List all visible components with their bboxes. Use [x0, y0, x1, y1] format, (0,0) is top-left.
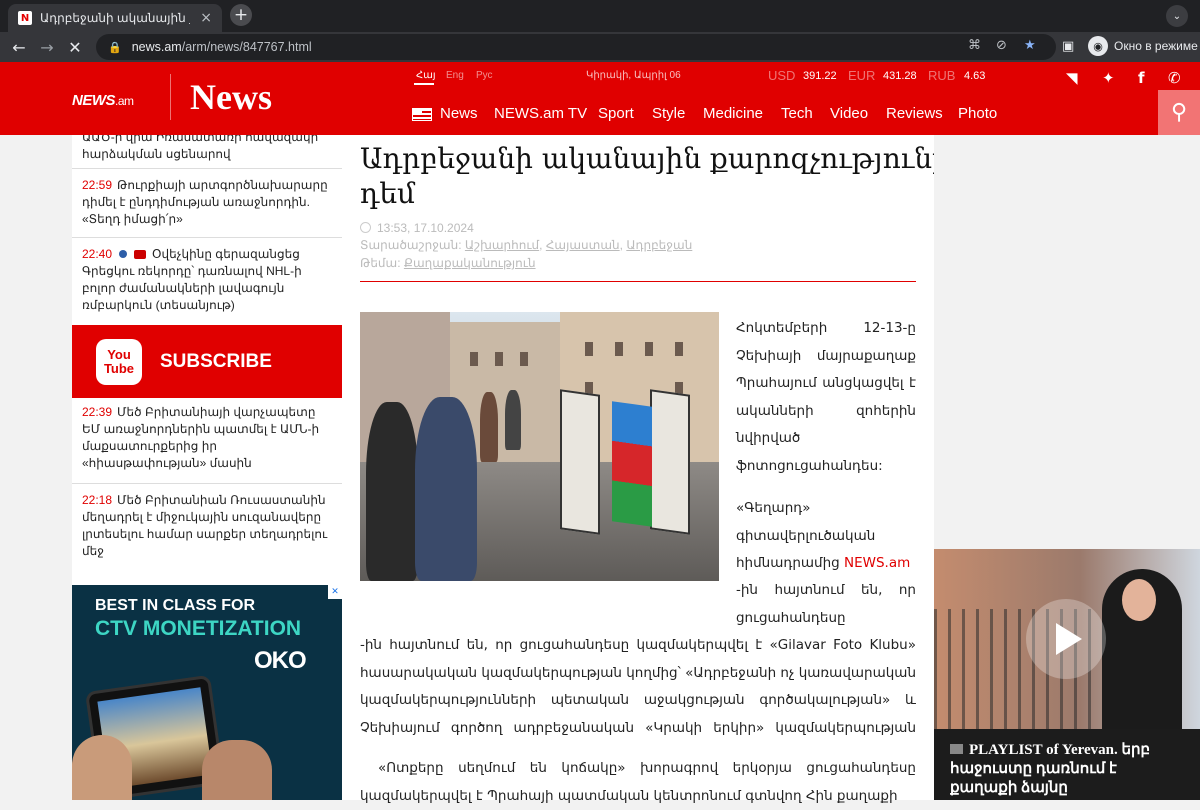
video-caption[interactable]: PLAYLIST of Yerevan. երբ հաջուստը դառնու…	[934, 729, 1200, 800]
article-photo[interactable]	[360, 312, 719, 581]
news-item[interactable]: 22:39 Մեծ Բրիտանիայի վարչապետը ԵՄ առաջնոր…	[82, 404, 336, 472]
tab-close-icon[interactable]: ×	[200, 10, 212, 26]
news-am-link[interactable]: NEWS.am	[844, 555, 910, 571]
stop-icon[interactable]: ✕	[64, 36, 86, 58]
news-am-favicon-icon: N	[18, 11, 32, 25]
menu-reviews[interactable]: Reviews	[886, 105, 943, 122]
tab-title: Ադրբեջանի ականային քարոզչ...	[40, 11, 190, 25]
article-paragraph: «Ոտքերը սեղմում են կոճակը» խորագրով երկօ…	[360, 760, 916, 804]
currency-eur-value: 431.28	[883, 70, 917, 82]
forward-icon[interactable]: →	[36, 36, 58, 58]
us-flag-icon	[412, 108, 432, 121]
category-dot-icon	[119, 250, 128, 258]
article-paragraph: Հոկտեմբերի 12-13-ը Չեխիայի մայրաքաղաք Պր…	[736, 320, 916, 474]
logo-divider	[170, 74, 171, 120]
article-paragraph: «Գեղարդ» գիտավերլուծական հիմնադրամից NEW…	[736, 500, 911, 571]
currency-usd-label: USD	[768, 68, 796, 83]
menu-news[interactable]: News	[440, 105, 478, 122]
article-divider	[360, 281, 916, 282]
url-text: news.am/arm/news/847767.html	[131, 40, 312, 54]
side-panel-icon[interactable]: ▣	[1062, 39, 1074, 54]
subscribe-label: SUBSCRIBE	[160, 351, 272, 372]
news-item[interactable]: ԱԱԾ-ի վրա Իռանատառի հավազակի հարձակման ս…	[82, 135, 336, 163]
date-label: Կիրակի, Ապրիլ 06	[586, 70, 681, 81]
back-icon[interactable]: ←	[8, 36, 30, 58]
address-bar[interactable]: 🔒 news.am/arm/news/847767.html	[96, 34, 1056, 60]
news-logo-big[interactable]: News	[190, 76, 272, 118]
news-item[interactable]: 22:59 Թուրքիայի արտգործնախարարը դիմել է ը…	[82, 177, 336, 228]
search-icon[interactable]: ⚲	[1158, 90, 1200, 135]
menu-photo[interactable]: Photo	[958, 105, 997, 122]
article-topic: Թեմա: Քաղաքականություն	[360, 256, 536, 270]
incognito-label: Окно в режиме и	[1114, 39, 1200, 53]
tab-search-icon[interactable]: ⌄	[1166, 5, 1188, 27]
region-link[interactable]: Ադրբեջան	[626, 238, 692, 252]
currency-rub-value: 4.63	[964, 70, 986, 82]
youtube-logo-icon: You Tube	[96, 339, 142, 385]
menu-news-am-tv[interactable]: NEWS.am TV	[494, 105, 587, 122]
viber-icon[interactable]: ✆	[1168, 69, 1181, 87]
news-item[interactable]: 22:18 Մեծ Բրիտանիան Ռուսաստանին մեղադրել …	[82, 492, 336, 560]
incognito-indicator[interactable]: ◉ Окно в режиме и	[1088, 36, 1200, 56]
youtube-subscribe-banner[interactable]: You Tube SUBSCRIBE	[72, 325, 342, 398]
advertisement-banner[interactable]: BEST IN CLASS FOR CTV MONETIZATION OKO ✕	[72, 585, 342, 800]
eye-off-icon[interactable]: ⊘	[996, 38, 1007, 53]
clock-icon	[360, 222, 371, 233]
article-regions: Տարածաշրջան: Աշխարհում, Հայաստան, Ադրբեջ…	[360, 238, 693, 252]
latest-news-sidebar: ԱԱԾ-ի վրա Իռանատառի հավազակի հարձակման ս…	[72, 135, 342, 800]
lang-ru[interactable]: Рус	[476, 70, 493, 81]
menu-video[interactable]: Video	[830, 105, 868, 122]
lang-active-indicator	[414, 83, 434, 85]
ad-brand: OKO	[254, 647, 307, 674]
youtube-video-icon	[134, 250, 147, 259]
translate-icon[interactable]: ⌘	[968, 38, 981, 53]
new-tab-button[interactable]: +	[230, 4, 252, 26]
video-icon	[950, 744, 963, 754]
region-link[interactable]: Աշխարհում	[465, 238, 539, 252]
browser-tab-bar: N Ադրբեջանի ականային քարոզչ... × + ⌄	[0, 0, 1200, 32]
site-header: NEWS.am News Հայ Eng Рус Կիրակի, Ապրիլ 0…	[0, 62, 1200, 135]
currency-rub-label: RUB	[928, 68, 956, 83]
menu-medicine[interactable]: Medicine	[703, 105, 763, 122]
divider	[72, 237, 342, 238]
adchoices-icon[interactable]: ✕	[328, 585, 342, 599]
lang-en[interactable]: Eng	[446, 70, 464, 81]
region-link[interactable]: Հայաստան	[546, 238, 620, 252]
right-sidebar: PLAYLIST of Yerevan. երբ հաջուստը դառնու…	[934, 135, 1200, 800]
lock-icon: 🔒	[108, 40, 122, 54]
rss-icon[interactable]: ◥	[1066, 69, 1078, 87]
twitter-icon[interactable]: ✦	[1102, 69, 1115, 87]
currency-usd-value: 391.22	[803, 70, 837, 82]
divider	[72, 168, 342, 169]
article-paragraph: -ին հայտնում են, որ ցուցահանդեսը կազմակե…	[360, 637, 916, 736]
article-paragraph-wrap-head: -ին հայտնում են, որ ցուցահանդեսը կազմակե…	[736, 582, 916, 626]
star-icon[interactable]: ★	[1024, 38, 1036, 53]
news-am-logo-small[interactable]: NEWS.am	[72, 92, 134, 109]
incognito-icon: ◉	[1088, 36, 1108, 56]
facebook-icon[interactable]: f	[1138, 69, 1145, 87]
ad-subheadline: CTV MONETIZATION	[95, 617, 302, 640]
menu-sport[interactable]: Sport	[598, 105, 634, 122]
menu-tech[interactable]: Tech	[781, 105, 813, 122]
ad-hand-image	[202, 740, 272, 800]
topic-link[interactable]: Քաղաքականություն	[404, 256, 536, 270]
ad-headline: BEST IN CLASS FOR	[95, 597, 256, 614]
browser-tab[interactable]: N Ադրբեջանի ականային քարոզչ... ×	[8, 4, 222, 32]
currency-eur-label: EUR	[848, 68, 876, 83]
menu-style[interactable]: Style	[652, 105, 685, 122]
divider	[72, 483, 342, 484]
article-datetime: 13:53, 17.10.2024	[360, 221, 474, 235]
lang-hy[interactable]: Հայ	[416, 70, 436, 81]
news-item[interactable]: 22:40 Օվեչկինը գերազանցեց Գրեցկու ռեկորդը…	[82, 246, 336, 314]
play-icon[interactable]	[1026, 599, 1106, 679]
browser-toolbar: ← → ✕ 🔒 news.am/arm/news/847767.html ⌘ ⊘…	[0, 32, 1200, 62]
article: Ադրբեջանի ականային քարոզչությունը Հայաստ…	[342, 135, 1147, 804]
video-player[interactable]: PLAYLIST of Yerevan. երբ հաջուստը դառնու…	[934, 549, 1200, 800]
ad-hand-image	[72, 735, 132, 800]
